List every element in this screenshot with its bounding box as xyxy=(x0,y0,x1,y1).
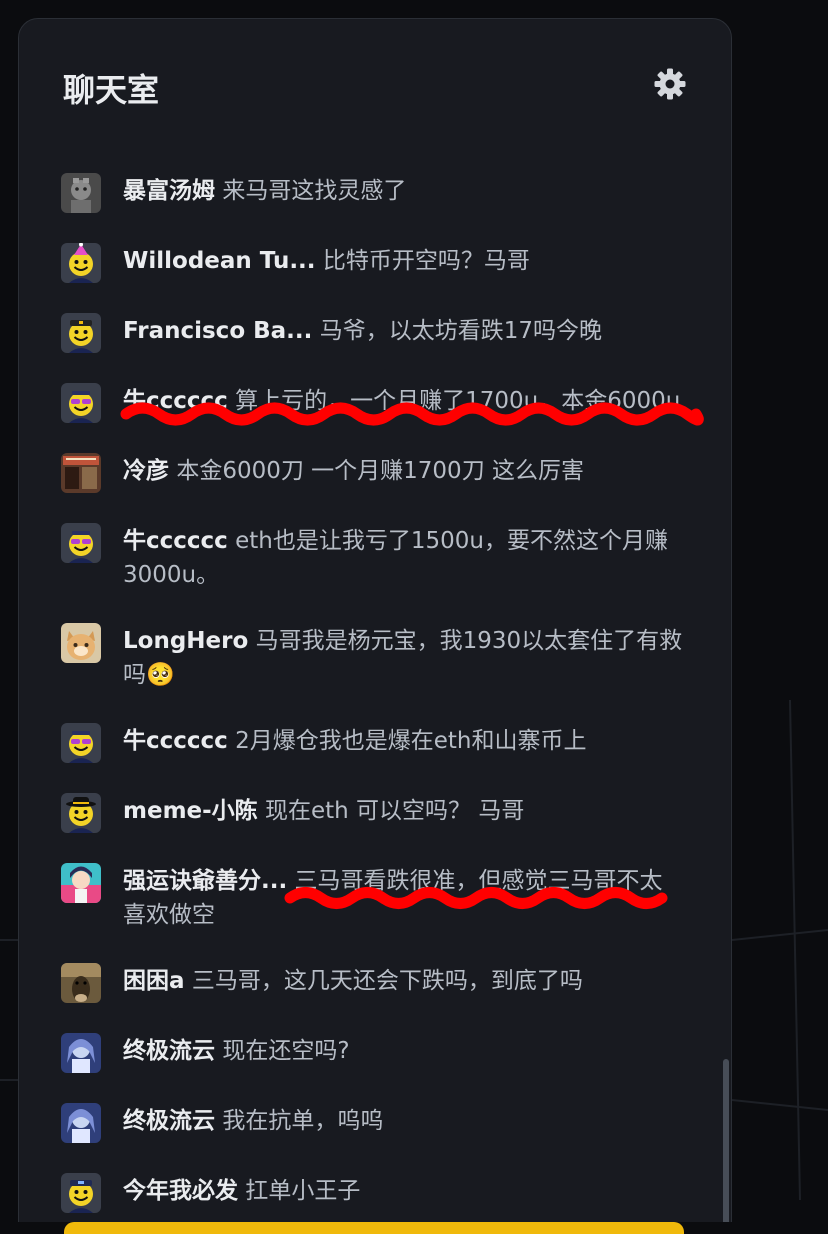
message-list[interactable]: 暴富汤姆 来马哥这找灵感了 Willodean Tu... 比特币开空吗？马哥 xyxy=(19,19,731,1234)
message-body: 暴富汤姆 来马哥这找灵感了 xyxy=(123,174,683,208)
message-body: LongHero 马哥我是杨元宝，我1930以太套住了有救吗🥺 xyxy=(123,624,683,692)
message-body: 强运诀爺善分... 三马哥看跌很准，但感觉三马哥不太喜欢做空 xyxy=(123,864,683,932)
message-body: 困困a 三马哥，这几天还会下跌吗，到底了吗 xyxy=(123,964,683,998)
chat-message: 冷彦 本金6000刀 一个月赚1700刀 这么厉害 xyxy=(61,453,701,493)
username[interactable]: 牛cccccc xyxy=(123,388,228,414)
message-body: meme-小陈 现在eth 可以空吗？ 马哥 xyxy=(123,794,683,828)
avatar[interactable] xyxy=(61,1173,101,1213)
message-text: 我在抗单，呜呜 xyxy=(222,1108,384,1134)
chat-message: meme-小陈 现在eth 可以空吗？ 马哥 xyxy=(61,793,701,833)
chat-message: 强运诀爺善分... 三马哥看跌很准，但感觉三马哥不太喜欢做空 xyxy=(61,863,701,932)
avatar[interactable] xyxy=(61,863,101,903)
username[interactable]: 强运诀爺善分... xyxy=(123,868,287,894)
username[interactable]: Willodean Tu... xyxy=(123,248,316,274)
avatar[interactable] xyxy=(61,453,101,493)
chat-message: Francisco Ba... 马爷，以太坊看跌17吗今晚 xyxy=(61,313,701,353)
page: 聊天室 暴富汤姆 来马哥这找灵感了 Willodean Tu... 比特币开空吗… xyxy=(0,0,828,1234)
message-body: 终极流云 现在还空吗? xyxy=(123,1034,683,1068)
chat-message: 暴富汤姆 来马哥这找灵感了 xyxy=(61,173,701,213)
avatar[interactable] xyxy=(61,523,101,563)
message-text: 来马哥这找灵感了 xyxy=(222,178,407,204)
message-text: 本金6000刀 一个月赚1700刀 这么厉害 xyxy=(176,458,585,484)
message-body: 冷彦 本金6000刀 一个月赚1700刀 这么厉害 xyxy=(123,454,683,488)
message-body: Willodean Tu... 比特币开空吗？马哥 xyxy=(123,244,683,278)
message-body: Francisco Ba... 马爷，以太坊看跌17吗今晚 xyxy=(123,314,683,348)
message-body: 今年我必发 扛单小王子 xyxy=(123,1174,683,1208)
message-text: 2月爆仓我也是爆在eth和山寨币上 xyxy=(235,728,587,754)
scrollbar[interactable] xyxy=(723,1059,729,1229)
avatar[interactable] xyxy=(61,793,101,833)
chat-message: LongHero 马哥我是杨元宝，我1930以太套住了有救吗🥺 xyxy=(61,623,701,692)
message-body: 牛cccccc 算上亏的，一个月赚了1700u，本金6000u xyxy=(123,384,683,418)
message-body: 牛cccccc 2月爆仓我也是爆在eth和山寨币上 xyxy=(123,724,683,758)
message-text: 扛单小王子 xyxy=(245,1178,361,1204)
username[interactable]: 牛cccccc xyxy=(123,528,228,554)
bottom-action-button[interactable] xyxy=(64,1222,684,1234)
username[interactable]: 困困a xyxy=(123,968,185,994)
avatar[interactable] xyxy=(61,383,101,423)
avatar[interactable] xyxy=(61,1033,101,1073)
chat-message: Willodean Tu... 比特币开空吗？马哥 xyxy=(61,243,701,283)
message-body: 牛cccccc eth也是让我亏了1500u，要不然这个月赚3000u。 xyxy=(123,524,683,592)
username[interactable]: Francisco Ba... xyxy=(123,318,312,344)
username[interactable]: 牛cccccc xyxy=(123,728,228,754)
username[interactable]: meme-小陈 xyxy=(123,798,258,824)
username[interactable]: 终极流云 xyxy=(123,1108,215,1134)
avatar[interactable] xyxy=(61,963,101,1003)
message-text: 算上亏的，一个月赚了1700u，本金6000u xyxy=(235,388,681,414)
chat-message: 牛cccccc eth也是让我亏了1500u，要不然这个月赚3000u。 xyxy=(61,523,701,592)
avatar[interactable] xyxy=(61,723,101,763)
username[interactable]: 今年我必发 xyxy=(123,1178,238,1204)
chat-room-panel: 聊天室 暴富汤姆 来马哥这找灵感了 Willodean Tu... 比特币开空吗… xyxy=(18,18,732,1234)
message-body: 终极流云 我在抗单，呜呜 xyxy=(123,1104,683,1138)
message-text: 现在还空吗? xyxy=(222,1038,350,1064)
chat-message: 终极流云 我在抗单，呜呜 xyxy=(61,1103,701,1143)
message-text: 三马哥，这几天还会下跌吗，到底了吗 xyxy=(191,968,583,994)
username[interactable]: LongHero xyxy=(123,628,248,654)
avatar[interactable] xyxy=(61,173,101,213)
chat-message: 牛cccccc 算上亏的，一个月赚了1700u，本金6000u xyxy=(61,383,701,423)
username[interactable]: 暴富汤姆 xyxy=(123,178,215,204)
message-text: 现在eth 可以空吗？ 马哥 xyxy=(265,798,525,824)
avatar[interactable] xyxy=(61,1103,101,1143)
chat-message: 终极流云 现在还空吗? xyxy=(61,1033,701,1073)
chat-message: 今年我必发 扛单小王子 xyxy=(61,1173,701,1213)
avatar[interactable] xyxy=(61,243,101,283)
message-text: 马爷，以太坊看跌17吗今晚 xyxy=(319,318,602,344)
avatar[interactable] xyxy=(61,623,101,663)
message-text: 比特币开空吗？马哥 xyxy=(322,248,530,274)
chat-message: 困困a 三马哥，这几天还会下跌吗，到底了吗 xyxy=(61,963,701,1003)
chat-message: 牛cccccc 2月爆仓我也是爆在eth和山寨币上 xyxy=(61,723,701,763)
avatar[interactable] xyxy=(61,313,101,353)
username[interactable]: 终极流云 xyxy=(123,1038,215,1064)
username[interactable]: 冷彦 xyxy=(123,458,169,484)
